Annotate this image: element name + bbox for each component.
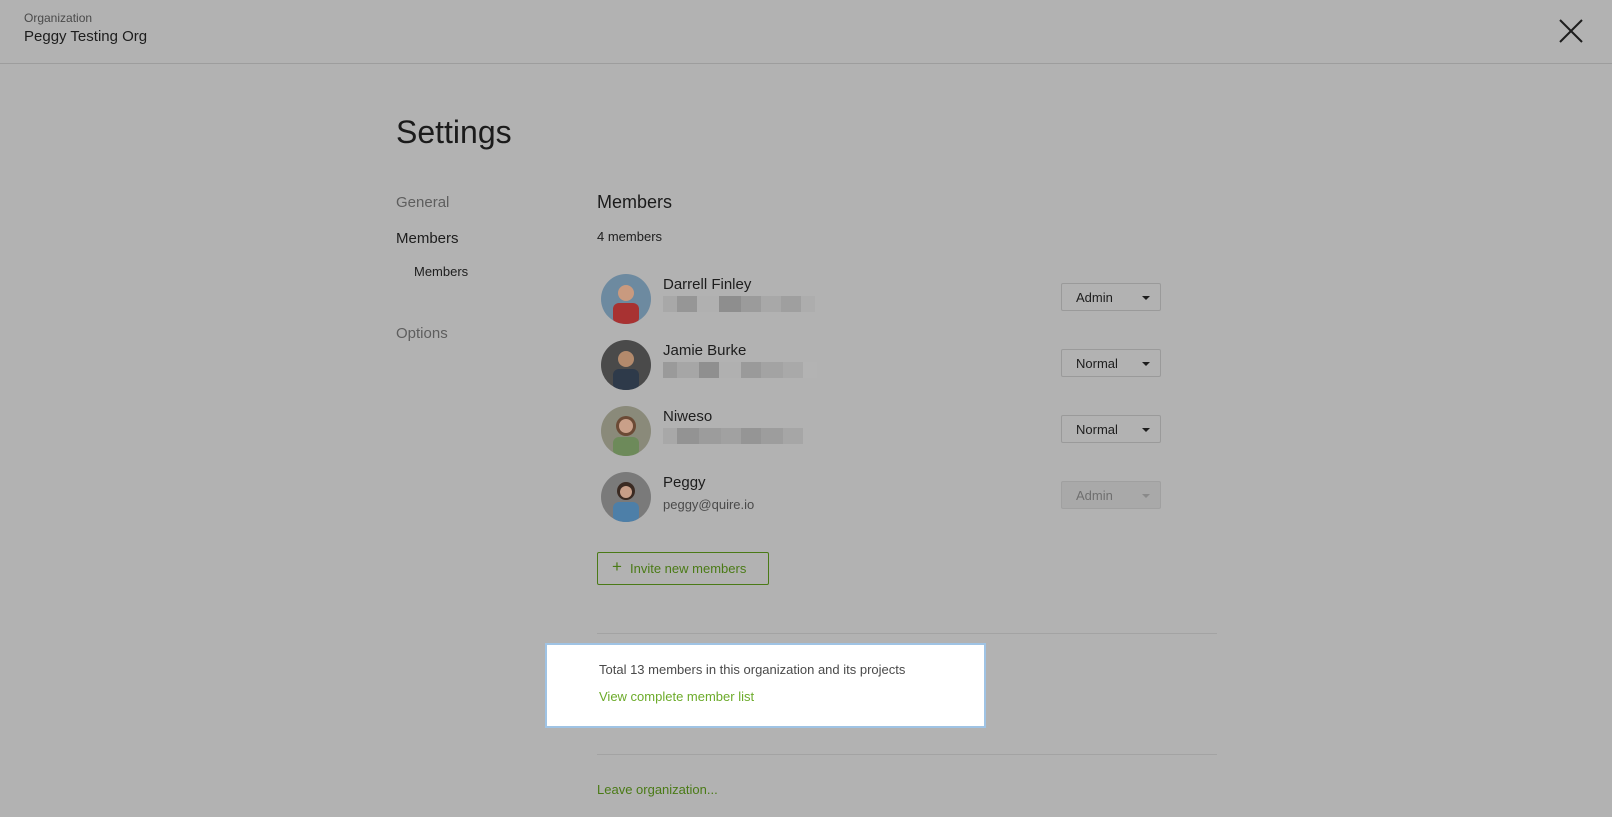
member-name: Niweso [663,408,713,425]
invite-members-button[interactable]: + Invite new members [597,552,769,585]
member-row: Jamie Burke Normal [601,340,1161,392]
member-email: peggy@quire.io [663,497,755,512]
members-section-title: Members [597,192,673,212]
plus-icon: + [612,557,622,576]
invite-members-label: Invite new members [630,561,747,576]
view-member-list-link[interactable]: View complete member list [599,689,754,704]
nav-item-options[interactable]: Options [396,325,448,342]
caret-down-icon [1142,494,1150,498]
divider [597,633,1217,634]
member-row: Niweso Normal [601,406,1161,458]
total-members-text: Total 13 members in this organization an… [599,662,906,677]
member-row: Peggy peggy@quire.io Admin [601,472,1161,524]
role-dropdown[interactable]: Normal [1061,415,1161,443]
avatar [601,406,651,456]
redacted-email [663,296,815,312]
member-name: Darrell Finley [663,276,752,293]
role-label: Normal [1076,422,1118,437]
nav-item-members[interactable]: Members [396,230,459,247]
leave-organization-link[interactable]: Leave organization... [597,782,718,797]
avatar [601,472,651,522]
member-row: Darrell Finley Admin [601,274,1161,326]
close-button[interactable] [1556,16,1586,46]
role-label: Normal [1076,356,1118,371]
org-label: Organization [24,11,93,25]
divider [597,754,1217,755]
role-label: Admin [1076,488,1113,503]
role-label: Admin [1076,290,1113,305]
avatar [601,340,651,390]
role-dropdown[interactable]: Admin [1061,283,1161,311]
redacted-email [663,362,817,378]
caret-down-icon [1142,428,1150,432]
member-name: Jamie Burke [663,342,747,359]
nav-item-general[interactable]: General [396,194,449,211]
top-bar: Organization Peggy Testing Org [0,0,1612,64]
role-dropdown[interactable]: Normal [1061,349,1161,377]
page-title: Settings [396,114,512,150]
role-dropdown: Admin [1061,481,1161,509]
caret-down-icon [1142,296,1150,300]
member-name: Peggy [663,474,706,491]
redacted-email [663,428,803,444]
member-summary-box: Total 13 members in this organization an… [545,643,986,728]
close-icon [1559,19,1583,43]
member-count: 4 members [597,229,663,244]
org-name: Peggy Testing Org [24,28,148,45]
caret-down-icon [1142,362,1150,366]
nav-subitem-members[interactable]: Members [414,264,468,279]
avatar [601,274,651,324]
